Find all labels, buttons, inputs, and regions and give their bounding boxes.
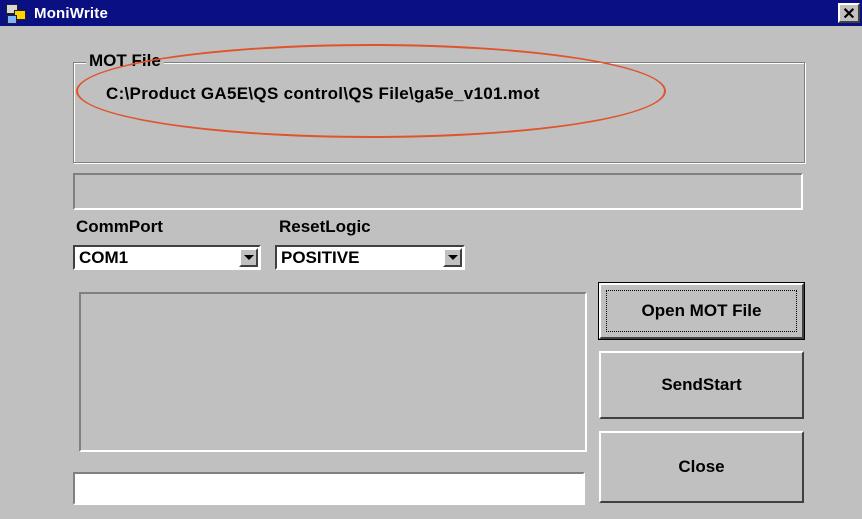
focus-rect — [606, 290, 797, 332]
commport-label: CommPort — [76, 217, 163, 236]
send-start-label: SendStart — [661, 375, 742, 394]
send-start-button[interactable]: SendStart — [599, 351, 804, 419]
close-label: Close — [678, 457, 725, 476]
progress-field — [73, 173, 803, 210]
status-field[interactable] — [73, 472, 585, 505]
log-area[interactable] — [79, 292, 587, 452]
open-mot-file-button[interactable]: Open MOT File — [598, 282, 805, 340]
close-icon[interactable]: ✕ — [838, 3, 860, 23]
title-bar: MoniWrite ✕ — [0, 0, 862, 26]
app-icon — [4, 1, 28, 25]
annotation-ellipse — [76, 44, 666, 138]
close-button[interactable]: Close — [599, 431, 804, 503]
resetlogic-label: ResetLogic — [279, 217, 371, 236]
commport-select[interactable]: COM1 — [73, 245, 261, 270]
commport-value: COM1 — [79, 248, 129, 267]
chevron-down-icon[interactable] — [239, 248, 258, 267]
chevron-down-icon[interactable] — [443, 248, 462, 267]
resetlogic-select[interactable]: POSITIVE — [275, 245, 465, 270]
window-title: MoniWrite — [34, 4, 109, 22]
resetlogic-value: POSITIVE — [281, 248, 360, 267]
